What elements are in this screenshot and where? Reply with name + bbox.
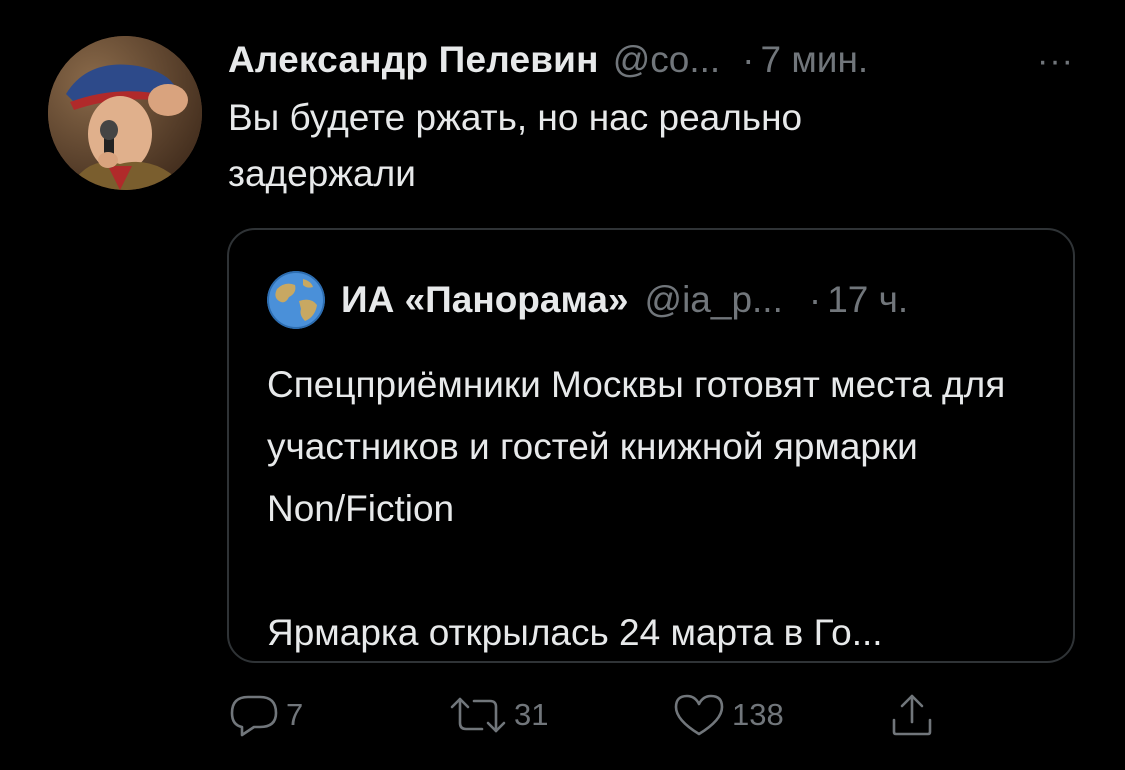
avatar-image bbox=[48, 36, 202, 190]
quote-author-handle[interactable]: @ia_p... bbox=[645, 279, 783, 321]
heart-icon bbox=[672, 692, 726, 738]
tweet-header: Александр Пелевин @co... · 7 мин. ··· bbox=[228, 36, 1088, 84]
more-options-icon[interactable]: ··· bbox=[1037, 42, 1074, 81]
retweet-icon bbox=[448, 693, 508, 737]
retweet-count: 31 bbox=[514, 697, 549, 732]
quote-author-display-name[interactable]: ИА «Панорама» bbox=[341, 279, 629, 321]
like-count: 138 bbox=[732, 697, 784, 732]
retweet-button[interactable]: 31 bbox=[448, 690, 548, 740]
author-avatar[interactable] bbox=[48, 36, 202, 190]
reply-count: 7 bbox=[286, 697, 304, 732]
tweet-text: Вы будете ржать, но нас реально задержал… bbox=[228, 97, 803, 194]
quote-timestamp[interactable]: 17 ч. bbox=[827, 279, 908, 321]
tweet-timestamp[interactable]: 7 мин. bbox=[761, 39, 869, 81]
share-icon bbox=[890, 692, 934, 738]
quote-paragraph: Спецприёмники Москвы готовят места для у… bbox=[267, 364, 1006, 529]
reply-button[interactable]: 7 bbox=[228, 690, 303, 740]
like-button[interactable]: 138 bbox=[672, 690, 784, 740]
reply-icon bbox=[228, 693, 280, 737]
globe-icon bbox=[267, 271, 325, 329]
header-separator: · bbox=[742, 39, 755, 80]
quote-header-separator: · bbox=[808, 279, 822, 320]
quote-header: ИА «Панорама» @ia_p... · 17 ч. bbox=[267, 270, 908, 330]
tweet-actions-bar: 7 31 138 bbox=[228, 690, 988, 740]
share-button[interactable] bbox=[890, 690, 934, 740]
quoted-tweet-card[interactable]: ИА «Панорама» @ia_p... · 17 ч. Спецприём… bbox=[227, 228, 1075, 663]
author-display-name[interactable]: Александр Пелевин bbox=[228, 39, 599, 81]
author-handle[interactable]: @co... bbox=[613, 39, 720, 81]
quote-paragraph: Ярмарка открылась 24 марта в Го... bbox=[267, 612, 883, 653]
quote-text: Спецприёмники Москвы готовят места для у… bbox=[267, 354, 1047, 664]
